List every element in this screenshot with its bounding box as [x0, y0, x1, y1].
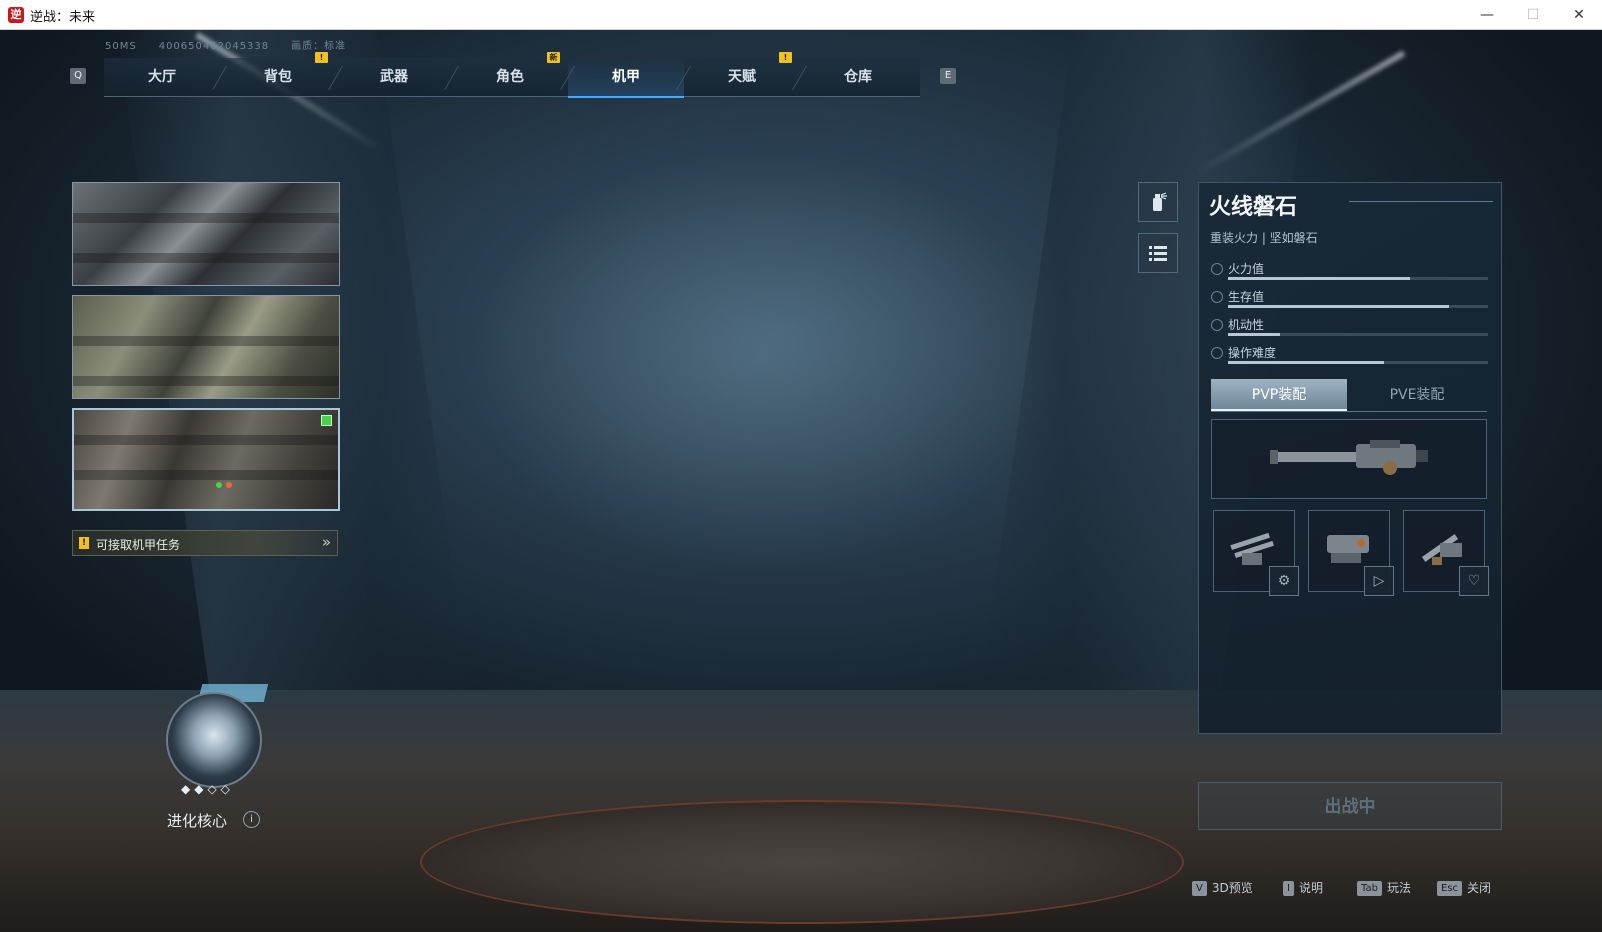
title-divider [1349, 201, 1493, 202]
primary-weapon-slot[interactable] [1211, 419, 1487, 499]
sub-weapon-slot-2[interactable]: ▷ [1308, 510, 1394, 596]
stat-label: 操作难度 [1228, 346, 1277, 360]
mech-subtitle: 重装火力 | 坚如磐石 [1210, 231, 1318, 245]
stat-label: 生存值 [1228, 290, 1265, 304]
info-icon[interactable]: i [243, 811, 260, 828]
alert-badge: ! [315, 52, 328, 63]
shield-icon [1211, 291, 1223, 303]
list-icon [1149, 246, 1167, 261]
stat-bar [1228, 361, 1384, 364]
stat-survival: 生存值 [1211, 289, 1489, 315]
stat-difficulty: 操作难度 [1211, 345, 1489, 371]
key-v: V [1192, 881, 1207, 896]
nav-prev-key[interactable]: Q [70, 68, 86, 84]
tab-lobby[interactable]: 大厅 [104, 58, 227, 96]
key-i: I [1283, 881, 1294, 896]
mech-info-panel: 火线磐石 重装火力 | 坚如磐石 火力值 生存值 机动性 操作难度 PVP装配 … [1198, 182, 1502, 734]
tab-mech[interactable]: 机甲 [568, 58, 691, 98]
mobility-icon [1211, 319, 1223, 331]
sub-weapon-slot-1[interactable]: ⚙ [1213, 510, 1299, 596]
sub-weapon-slot-3[interactable]: ♡ [1403, 510, 1489, 596]
hint-label: 说明 [1298, 881, 1323, 895]
hint-label: 关闭 [1467, 881, 1492, 895]
loadout-tabs: PVP装配 PVE装配 [1211, 379, 1487, 412]
stat-firepower: 火力值 [1211, 261, 1489, 287]
ping-text: 50MS [105, 41, 137, 52]
mech-card-1[interactable] [72, 182, 340, 286]
stat-bar [1228, 305, 1449, 308]
hint-instructions[interactable]: I 说明 [1283, 879, 1323, 896]
tab-label: 背包 [264, 69, 292, 85]
twin-cannon-icon [1230, 532, 1274, 565]
window-title: 逆战：未来 [30, 10, 96, 25]
mech-name: 火线磐石 [1209, 195, 1298, 220]
tab-pve-loadout[interactable]: PVE装配 [1349, 379, 1485, 411]
list-view-button[interactable] [1138, 233, 1178, 273]
evolution-core-label: 进化核心 [167, 812, 228, 830]
quality-text: 画质：标准 [291, 41, 347, 52]
close-window-button[interactable]: ✕ [1556, 0, 1602, 30]
mech-task-banner[interactable]: ! 可接取机甲任务 » [72, 530, 338, 556]
tab-label: 机甲 [612, 69, 640, 85]
evolution-core-icon[interactable] [166, 692, 262, 788]
hint-close[interactable]: Esc 关闭 [1437, 879, 1491, 896]
maximize-button[interactable]: ☐ [1510, 0, 1556, 30]
tab-label: 武器 [380, 69, 408, 85]
key-tab: Tab [1357, 881, 1382, 896]
tab-label: 角色 [496, 69, 524, 85]
tab-backpack[interactable]: 背包! [220, 52, 343, 96]
tab-warehouse[interactable]: 仓库 [800, 58, 916, 96]
window-titlebar: 逆 逆战：未来 — ☐ ✕ [0, 0, 1602, 30]
minimize-button[interactable]: — [1464, 0, 1510, 30]
double-chevron-right-icon: » [321, 533, 331, 551]
play-type-icon: ▷ [1364, 566, 1394, 596]
hud-info: 50MS 400650462045338 画质：标准 [105, 37, 368, 52]
tab-talent[interactable]: 天赋! [684, 52, 807, 96]
tab-characters[interactable]: 角色 新 [452, 52, 575, 96]
stat-bar [1228, 333, 1280, 336]
tab-label: 天赋 [728, 69, 756, 85]
stat-label: 火力值 [1228, 262, 1265, 276]
player-id: 400650462045338 [158, 41, 270, 52]
hint-label: 玩法 [1386, 881, 1411, 895]
alert-badge: ! [779, 52, 792, 63]
warning-icon: ! [79, 537, 89, 549]
launcher-module-icon [1327, 535, 1369, 563]
tab-weapons[interactable]: 武器 [336, 58, 459, 96]
paint-spray-button[interactable] [1138, 182, 1178, 222]
stat-bar [1228, 277, 1410, 280]
mech-card-3[interactable] [72, 408, 340, 511]
nav-next-key[interactable]: E [940, 68, 956, 84]
app-icon: 逆 [8, 7, 24, 23]
firepower-icon [1211, 263, 1223, 275]
core-level-dots: ◆◆◇◇ [181, 782, 234, 796]
game-viewport: 50MS 400650462045338 画质：标准 Q 大厅 背包! 武器 角色 新… [0, 30, 1602, 932]
new-badge: 新 [547, 52, 560, 63]
stat-label: 机动性 [1228, 318, 1265, 332]
hint-3d-preview[interactable]: V 3D预览 [1192, 879, 1253, 896]
key-esc: Esc [1437, 881, 1463, 896]
spray-can-icon [1153, 192, 1167, 211]
stat-mobility: 机动性 [1211, 317, 1489, 343]
shield-type-icon: ♡ [1459, 566, 1489, 596]
deploy-status-button[interactable]: 出战中 [1198, 782, 1502, 830]
tab-label: 仓库 [844, 69, 872, 85]
gatling-gun-icon [1270, 440, 1428, 475]
crosshair-icon [1211, 347, 1223, 359]
task-label: 可接取机甲任务 [96, 538, 181, 552]
missile-pod-icon [1421, 534, 1462, 565]
hint-gameplay[interactable]: Tab 玩法 [1357, 879, 1411, 896]
tab-label: 大厅 [148, 69, 176, 85]
selected-indicator [321, 415, 332, 426]
tab-pvp-loadout[interactable]: PVP装配 [1211, 379, 1347, 411]
turret-type-icon: ⚙ [1269, 566, 1299, 596]
mech-card-2[interactable] [72, 295, 340, 399]
mech-platform [420, 800, 1184, 924]
hint-label: 3D预览 [1211, 881, 1253, 895]
